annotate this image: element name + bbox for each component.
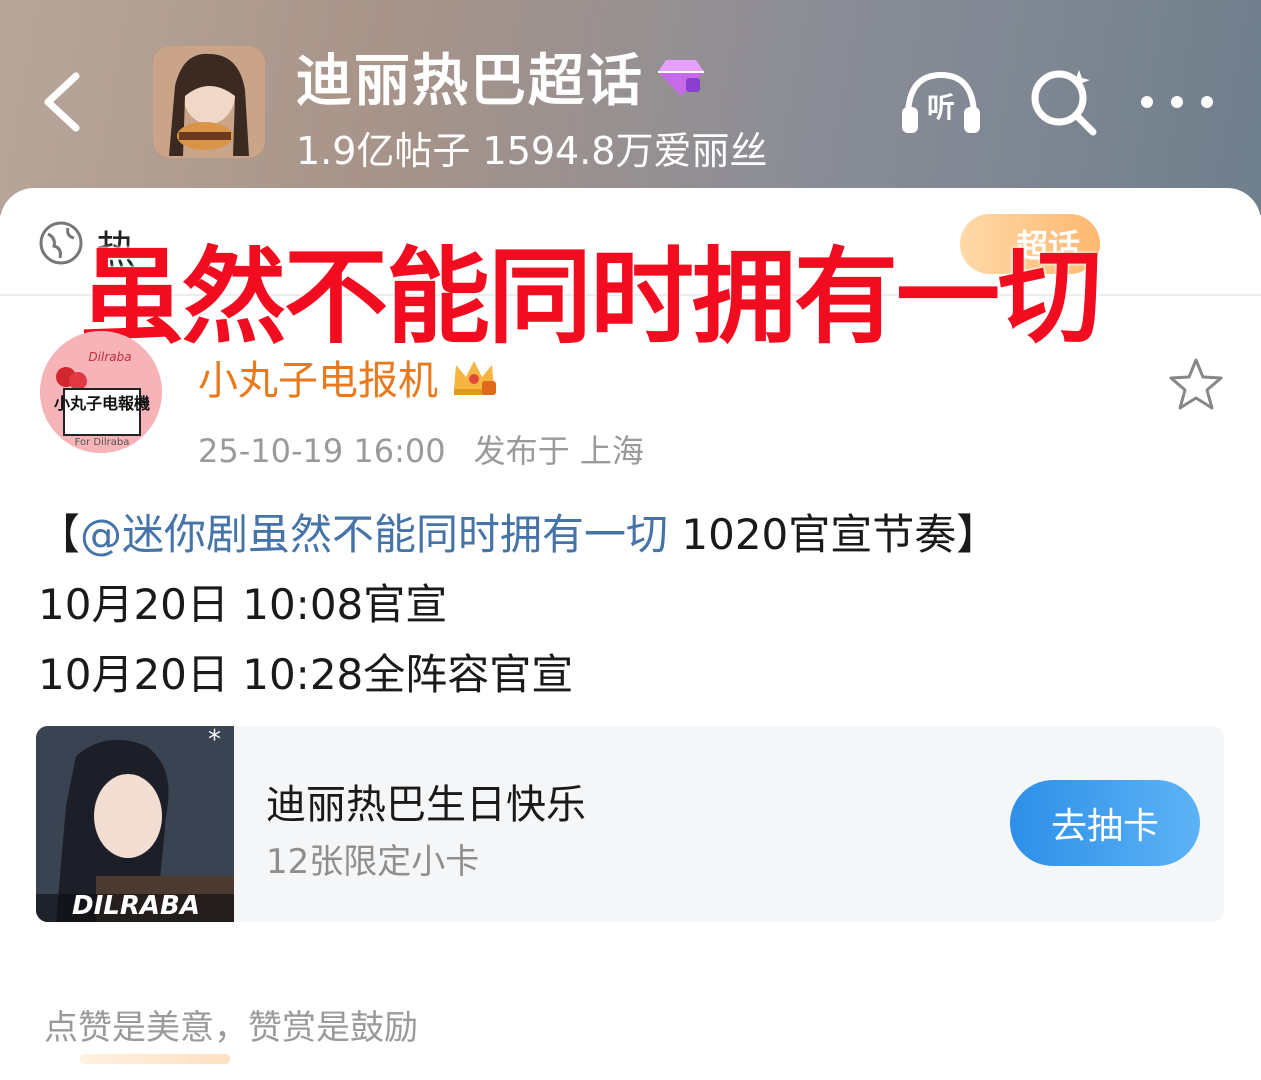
favorite-star-icon[interactable] (1168, 356, 1224, 412)
draw-card-button[interactable]: 去抽卡 (1010, 780, 1200, 866)
svg-text:*: * (208, 726, 221, 755)
post-time: 25-10-19 16:00 (198, 432, 446, 470)
search-icon (1031, 70, 1097, 136)
post-body: 【@迷你剧虽然不能同时拥有一切 1020官宣节奏】 10月20日 10:08官宣… (38, 500, 1228, 710)
author-avatar[interactable]: 小丸子电報機 Dilraba For Dilraba (40, 331, 162, 453)
diamond-badge-icon (658, 59, 704, 96)
topic-title-text: 迪丽热巴超话 (296, 49, 644, 114)
promo-image-text: DILRABA (72, 891, 200, 921)
search-button[interactable] (1018, 62, 1108, 142)
promo-title: 迪丽热巴生日快乐 (266, 782, 586, 828)
more-dots-icon (1141, 96, 1213, 108)
listen-button[interactable]: 听 (896, 62, 986, 142)
author-name-text: 小丸子电报机 (198, 358, 438, 404)
promo-subtitle: 12张限定小卡 (266, 842, 480, 882)
bracket-open: 【 (38, 510, 81, 559)
card-top-bar: 热 超话 虽然不能同时拥有一切 (0, 188, 1261, 358)
topic-avatar[interactable] (153, 46, 265, 158)
headphones-icon: 听 (902, 71, 980, 133)
author-avatar-top-text: Dilraba (88, 350, 131, 364)
reward-note: 点赞是美意，赞赏是鼓励 (44, 1008, 418, 1048)
topic-header: 迪丽热巴超话 1.9亿帖子 1594.8万爱丽丝 听 (0, 0, 1261, 215)
more-button[interactable] (1132, 62, 1222, 142)
author-name[interactable]: 小丸子电报机 (198, 348, 498, 406)
author-avatar-bottom-text: For Dilraba (75, 437, 130, 448)
post-body-line-3: 10月20日 10:28全阵容官宣 (38, 650, 574, 699)
post-body-line-1-rest: 1020官宣节奏】 (668, 510, 999, 559)
reward-bar-decoration (80, 1054, 230, 1064)
topic-avatar-image (153, 46, 265, 158)
topic-title: 迪丽热巴超话 (296, 36, 706, 117)
overlay-title: 虽然不能同时拥有一切 (80, 236, 1102, 358)
post-location: 发布于 上海 (473, 432, 644, 470)
author-avatar-image: 小丸子电報機 Dilraba For Dilraba (40, 331, 162, 453)
globe-icon (39, 221, 83, 265)
promo-image: DILRABA * (36, 726, 234, 922)
back-button[interactable] (30, 62, 90, 142)
mention-link[interactable]: @迷你剧虽然不能同时拥有一切 (80, 510, 668, 559)
topic-stats: 1.9亿帖子 1594.8万爱丽丝 (296, 129, 768, 173)
promo-card[interactable]: DILRABA * 迪丽热巴生日快乐 12张限定小卡 去抽卡 (36, 726, 1224, 922)
post-meta: 25-10-19 16:00 发布于 上海 (198, 426, 644, 472)
post-card: 热 超话 虽然不能同时拥有一切 小丸子电報機 Dilraba For Dilra… (0, 188, 1261, 1080)
listen-icon-label: 听 (927, 91, 955, 124)
post-body-line-1: 【@迷你剧虽然不能同时拥有一切 1020官宣节奏】 (38, 500, 1228, 570)
draw-card-button-label: 去抽卡 (1050, 806, 1159, 847)
post-body-line-2: 10月20日 10:08官宣 (38, 580, 448, 629)
crown-badge-icon (454, 361, 496, 395)
promo-image-graphic: DILRABA * (36, 726, 234, 922)
back-arrow-icon (44, 72, 80, 132)
author-avatar-text: 小丸子电報機 (54, 394, 150, 413)
